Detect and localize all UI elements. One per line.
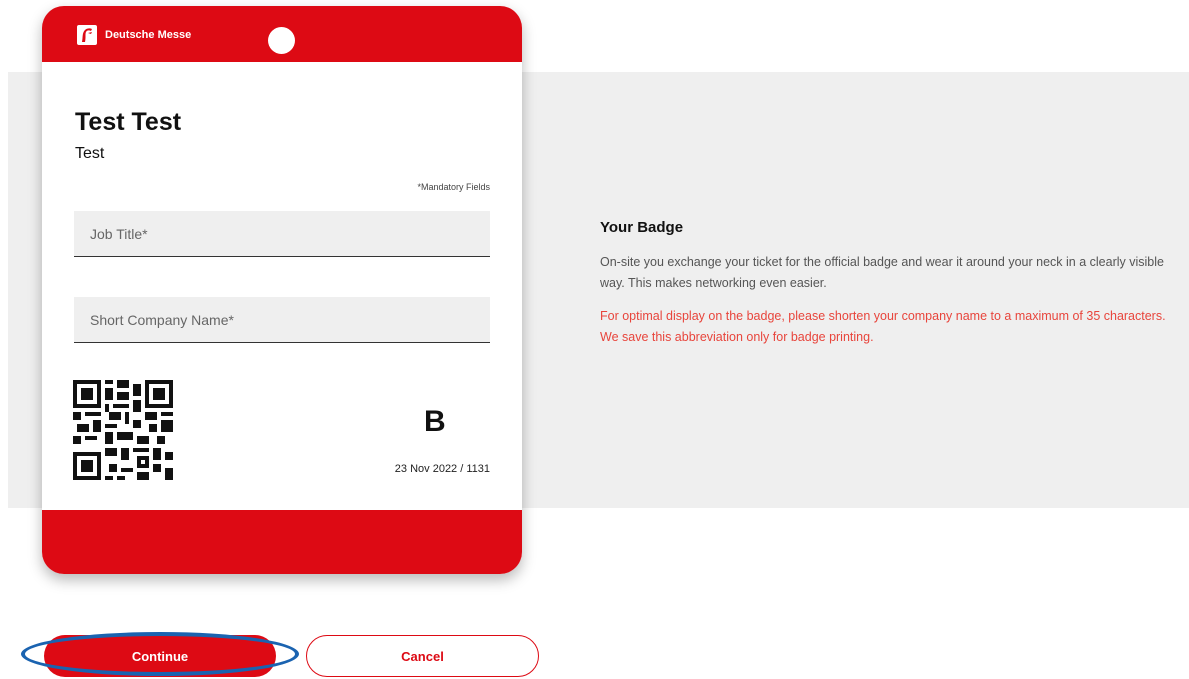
- mandatory-fields-note: *Mandatory Fields: [417, 182, 490, 192]
- page: Your Badge On-site you exchange your tic…: [0, 0, 1189, 679]
- badge-footer: [42, 510, 522, 574]
- info-warning: For optimal display on the badge, please…: [600, 309, 1166, 344]
- brand-name: Deutsche Messe: [105, 29, 192, 41]
- cancel-button[interactable]: Cancel: [306, 635, 539, 677]
- qr-code-icon: [73, 380, 173, 480]
- job-title-input[interactable]: [74, 211, 490, 257]
- badge-card: Deutsche Messe Test Test Test *Mandatory…: [42, 6, 522, 574]
- deutsche-messe-logo-icon: [77, 25, 97, 45]
- attendee-name: Test Test: [75, 108, 182, 136]
- short-company-name-input[interactable]: [74, 297, 490, 343]
- badge-info: Your Badge On-site you exchange your tic…: [600, 219, 1175, 348]
- attendee-company: Test: [75, 145, 105, 162]
- ticket-category: B: [424, 405, 446, 438]
- ticket-date-number: 23 Nov 2022 / 1131: [394, 463, 490, 475]
- lanyard-hole: [268, 27, 295, 54]
- info-text: On-site you exchange your ticket for the…: [600, 255, 1164, 290]
- badge-header: Deutsche Messe: [42, 6, 522, 62]
- info-title: Your Badge: [600, 219, 684, 236]
- continue-button[interactable]: Continue: [44, 635, 276, 677]
